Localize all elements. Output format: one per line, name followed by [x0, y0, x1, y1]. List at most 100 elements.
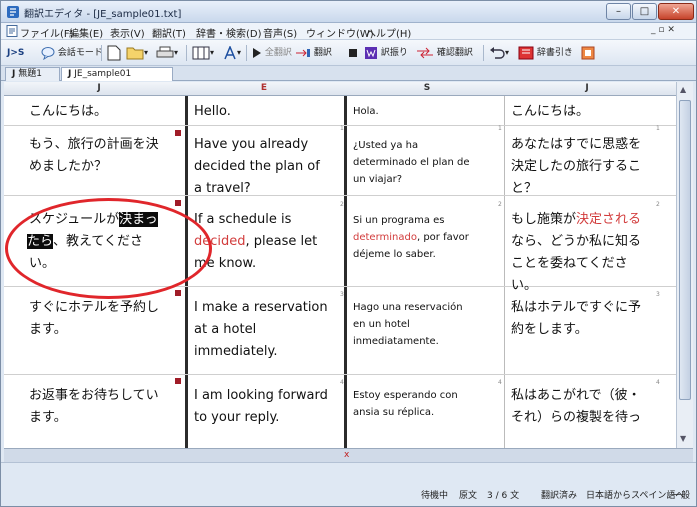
- row-marker: [175, 378, 181, 384]
- tool-button[interactable]: [581, 44, 595, 62]
- selected-text: たら: [27, 234, 54, 249]
- scrollbar-thumb[interactable]: [679, 100, 691, 400]
- status-mode: 一般: [672, 491, 691, 501]
- new-document-button[interactable]: [107, 44, 121, 62]
- spanish-sentence[interactable]: ¿Usted ya ha determinado el plan de un v…: [353, 137, 470, 188]
- menu-bar: ファイル(F) 編集(E) 表示(V) 翻訳(T) 辞書・検索(D) 音声(S)…: [1, 23, 696, 40]
- row-number: 1: [498, 125, 502, 132]
- stop-icon: [349, 48, 357, 57]
- translate-arrows-icon: [296, 48, 310, 57]
- back-translation-sentence[interactable]: 私はあこがれで（彼・ それ）らの複製を待っ: [511, 385, 641, 429]
- print-button[interactable]: ▾: [156, 44, 178, 62]
- back-translate-button[interactable]: 訳振り: [364, 44, 408, 62]
- source-sentence-selected[interactable]: スケジュールが決まっ たら、教えてくださ い。: [27, 209, 158, 275]
- english-sentence[interactable]: Hello.: [194, 101, 231, 123]
- highlighted-word: 決定される: [576, 212, 642, 227]
- tab-untitled[interactable]: J 無題1: [5, 67, 60, 81]
- pane-splitter[interactable]: x: [4, 448, 693, 462]
- menu-view[interactable]: 表示(V): [110, 25, 145, 40]
- font-icon: [224, 45, 236, 59]
- scroll-down-icon[interactable]: ▼: [680, 434, 686, 443]
- english-sentence[interactable]: I make a reservation at a hotel immediat…: [194, 297, 328, 363]
- menu-window[interactable]: ウィンドウ(W): [306, 25, 374, 40]
- spanish-sentence[interactable]: Si un programa es determinado, por favor…: [353, 212, 469, 263]
- spanish-sentence[interactable]: Estoy esperando con ansia su réplica.: [353, 387, 458, 421]
- confirm-translate-label: 確認翻訳: [436, 48, 473, 58]
- column-header-source: J: [97, 83, 101, 93]
- undo-button[interactable]: ▾: [489, 44, 509, 62]
- source-sentence[interactable]: もう、旅行の計画を決 めましたか？: [29, 134, 159, 178]
- source-sentence[interactable]: お返事をお待ちしてい ます。: [29, 385, 159, 429]
- back-translation-sentence[interactable]: もし施策が決定される なら、どうか私に知る ことを委ねてくださ い。: [511, 209, 641, 297]
- document-tabs: J 無題1 J JE_sample01: [1, 66, 696, 81]
- window-title: 翻訳エディタ - [JE_sample01.txt]: [24, 9, 182, 20]
- english-sentence[interactable]: Have you already decided the plan of a t…: [194, 134, 320, 200]
- maximize-button[interactable]: □: [632, 3, 657, 20]
- row-marker: [175, 130, 181, 136]
- column-header: J E S J: [4, 82, 676, 96]
- folder-icon: [126, 47, 144, 59]
- confirm-translate-button[interactable]: 確認翻訳: [416, 44, 473, 62]
- font-button[interactable]: ▾: [223, 44, 241, 62]
- row-number: 4: [340, 379, 344, 386]
- menu-file[interactable]: ファイル(F): [20, 25, 74, 40]
- translate-all-label: 全翻訳: [264, 48, 292, 58]
- row-marker: [175, 290, 181, 296]
- back-translation-sentence[interactable]: 私はホテルですぐに予 約をします。: [511, 297, 641, 341]
- status-translated: 翻訳済み: [541, 491, 578, 501]
- status-bar: 待機中 原文 3 / 6 文 翻訳済み 日本語からスペイン語へ 一般: [1, 462, 696, 506]
- minimize-button[interactable]: –: [606, 3, 631, 20]
- stop-button[interactable]: [348, 44, 358, 62]
- layout-button[interactable]: ▾: [192, 44, 214, 62]
- printer-icon: [156, 46, 174, 57]
- source-sentence[interactable]: すぐにホテルを予約し ます。: [29, 297, 159, 341]
- menu-edit[interactable]: 編集(E): [69, 25, 103, 40]
- spanish-sentence[interactable]: Hola.: [353, 103, 379, 120]
- splitter-grip-icon[interactable]: x: [344, 450, 349, 460]
- open-file-button[interactable]: ▾: [126, 44, 148, 62]
- scroll-up-icon[interactable]: ▲: [680, 85, 686, 94]
- menu-voice[interactable]: 音声(S): [263, 25, 297, 40]
- close-button[interactable]: ✕: [658, 3, 694, 20]
- tool-icon: [581, 46, 595, 59]
- column-header-back-translation: J: [585, 83, 589, 93]
- back-translate-label: 訳振り: [380, 48, 408, 58]
- menu-help[interactable]: ヘルプ(H): [366, 25, 411, 40]
- english-sentence[interactable]: If a schedule is decided, please let me …: [194, 209, 317, 275]
- column-divider: [185, 96, 188, 448]
- column-header-spanish: S: [423, 83, 431, 93]
- dictionary-lookup-button[interactable]: 辞書引き: [518, 44, 573, 62]
- back-translation-sentence[interactable]: こんにちは。: [511, 101, 589, 123]
- app-window: 翻訳エディタ - [JE_sample01.txt] – □ ✕ ファイル(F)…: [0, 0, 697, 507]
- spanish-sentence[interactable]: Hago una reservación en un hotel inmedia…: [353, 299, 463, 350]
- english-sentence[interactable]: I am looking forward to your reply.: [194, 385, 328, 429]
- speech-bubble-icon: [41, 46, 55, 60]
- conversation-mode-label: 会話モード: [57, 48, 103, 58]
- translate-all-button[interactable]: 全翻訳: [252, 44, 292, 62]
- conversation-mode-button[interactable]: 会話モード: [41, 44, 103, 62]
- columns-icon: [192, 46, 210, 59]
- vertical-scrollbar[interactable]: ▲ ▼: [676, 82, 693, 448]
- translate-button[interactable]: 翻訳: [295, 44, 332, 62]
- toolbar: J>S 会話モード ▾ ▾ ▾ ▾ 全翻訳 翻訳 訳振り 確認翻訳 ▾ 辞書引き: [1, 40, 696, 66]
- play-icon: [253, 47, 261, 58]
- menu-translate[interactable]: 翻訳(T): [152, 25, 186, 40]
- translation-grid[interactable]: こんにちは。 Hello. Hola. こんにちは。 1 1 1 もう、旅行の計…: [4, 96, 676, 448]
- language-direction-button[interactable]: J>S: [7, 44, 24, 62]
- app-icon: [7, 6, 19, 18]
- back-translation-sentence[interactable]: あなたはすでに思惑を 決定したの旅行するこ と？: [511, 134, 641, 200]
- column-divider: [504, 96, 505, 448]
- selected-text: 決まっ: [119, 212, 158, 227]
- status-direction: 日本語からスペイン語へ: [586, 491, 685, 501]
- source-sentence[interactable]: こんにちは。: [29, 101, 107, 123]
- menu-dictionary-search[interactable]: 辞書・検索(D): [196, 25, 262, 40]
- tab-je-sample01[interactable]: J JE_sample01: [61, 67, 173, 81]
- mdi-window-buttons[interactable]: _ ▫ ✕: [651, 25, 675, 35]
- highlighted-word: determinado: [353, 232, 417, 243]
- document-icon: [6, 25, 18, 37]
- row-number: 3: [656, 291, 660, 298]
- word-icon: [365, 46, 377, 59]
- highlighted-word: decided: [194, 234, 246, 249]
- status-state: 待機中: [421, 491, 449, 501]
- column-header-english: E: [260, 83, 268, 93]
